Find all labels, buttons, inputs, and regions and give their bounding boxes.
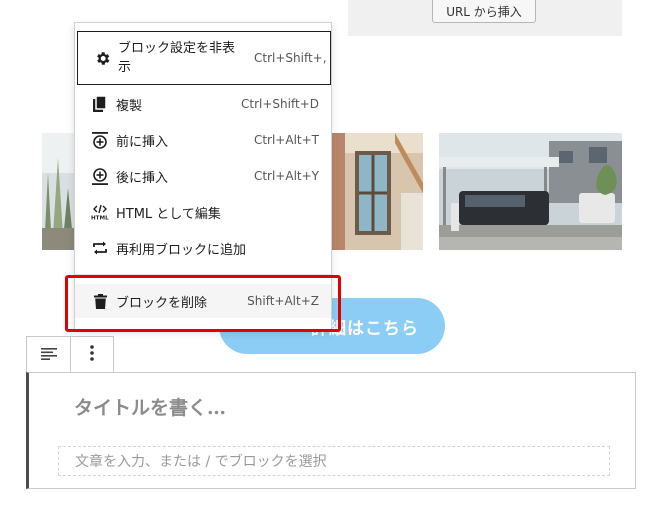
- menu-item-label: 後に挿入: [116, 170, 169, 186]
- gallery-image-1[interactable]: [42, 133, 74, 250]
- duplicate-icon: [91, 95, 109, 113]
- insert-from-url-button[interactable]: URL から挿入: [432, 0, 536, 23]
- menu-item-edit-as-html[interactable]: HTML HTML として編集: [75, 195, 331, 229]
- editor-content-area: タイトルを書く… 文章を入力、または / でブロックを選択: [26, 372, 636, 489]
- menu-item-shortcut: Ctrl+Shift+D: [241, 97, 319, 111]
- insert-before-icon: [91, 131, 109, 149]
- highlight-annotation: [65, 275, 341, 332]
- menu-item-shortcut: Ctrl+Shift+,: [254, 51, 327, 65]
- gallery-image-3[interactable]: [439, 133, 622, 250]
- menu-item-label: ブロック設定を非表示: [118, 41, 236, 75]
- menu-item-label: 複製: [116, 98, 143, 114]
- menu-item-shortcut: Ctrl+Alt+Y: [253, 169, 319, 183]
- insert-after-icon: [91, 167, 109, 185]
- menu-item-shortcut: Ctrl+Alt+T: [253, 133, 319, 147]
- menu-item-insert-before[interactable]: 前に挿入 Ctrl+Alt+T: [75, 123, 331, 157]
- menu-item-label: 再利用ブロックに追加: [116, 242, 247, 258]
- menu-item-hide-block-settings[interactable]: ブロック設定を非表示 Ctrl+Shift+,: [77, 31, 331, 85]
- menu-item-duplicate[interactable]: 複製 Ctrl+Shift+D: [75, 87, 331, 121]
- editor-canvas: URL から挿入 詳細はこちら タイトルを書く… 文章を入力、または / でブロ…: [0, 0, 656, 511]
- menu-item-add-to-reusable[interactable]: 再利用ブロックに追加: [75, 231, 331, 265]
- html-icon: HTML: [91, 203, 109, 221]
- menu-item-label: 前に挿入: [116, 134, 169, 150]
- gear-icon: [94, 49, 111, 67]
- block-toolbar: [26, 336, 114, 373]
- paragraph-lines-icon: [40, 345, 57, 364]
- svg-text:HTML: HTML: [91, 216, 109, 221]
- block-type-button[interactable]: [27, 337, 70, 372]
- more-options-button[interactable]: [70, 337, 113, 372]
- vertical-ellipsis-icon: [90, 344, 94, 365]
- menu-item-insert-after[interactable]: 後に挿入 Ctrl+Alt+Y: [75, 159, 331, 193]
- paragraph-input[interactable]: 文章を入力、または / でブロックを選択: [58, 446, 610, 476]
- reusable-block-icon: [91, 239, 109, 257]
- menu-item-label: HTML として編集: [116, 206, 221, 222]
- post-title-input[interactable]: タイトルを書く…: [74, 393, 226, 420]
- gallery-image-2[interactable]: [331, 133, 423, 250]
